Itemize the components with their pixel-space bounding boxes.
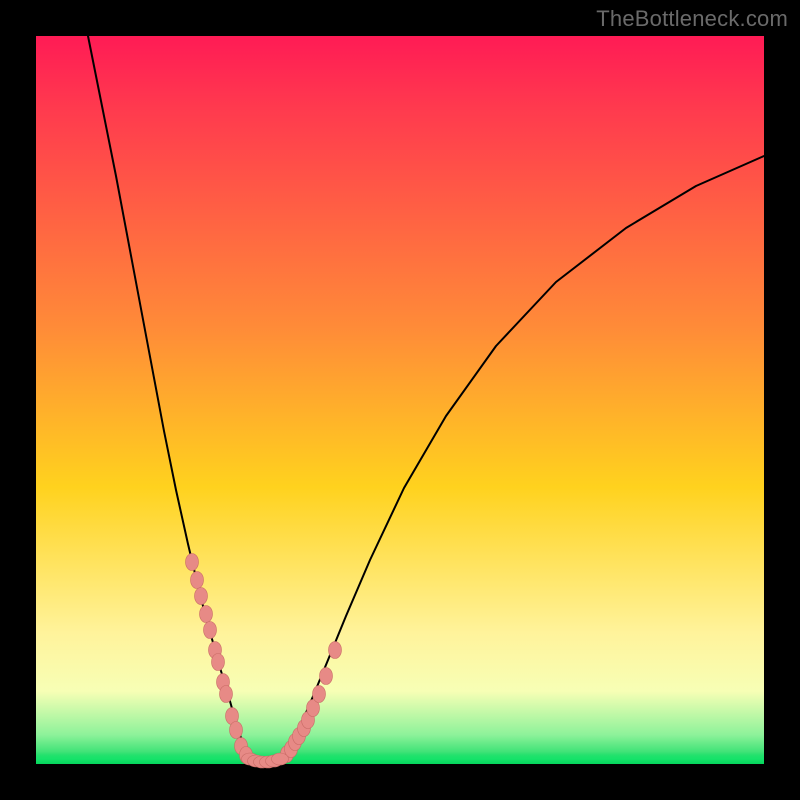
marker-dot (230, 722, 243, 739)
marker-dot (329, 642, 342, 659)
outer-frame: TheBottleneck.com (0, 0, 800, 800)
marker-dot (204, 622, 217, 639)
chart-svg (36, 36, 764, 764)
marker-dot (200, 606, 213, 623)
marker-dot (186, 554, 199, 571)
bottleneck-curve (88, 36, 764, 762)
marker-dot (191, 572, 204, 589)
plot-area (36, 36, 764, 764)
marker-dot (272, 753, 289, 765)
marker-dot (195, 588, 208, 605)
marker-dot (313, 686, 326, 703)
marker-dot (320, 668, 333, 685)
marker-dot (212, 654, 225, 671)
watermark-text: TheBottleneck.com (596, 6, 788, 32)
marker-dot (220, 686, 233, 703)
